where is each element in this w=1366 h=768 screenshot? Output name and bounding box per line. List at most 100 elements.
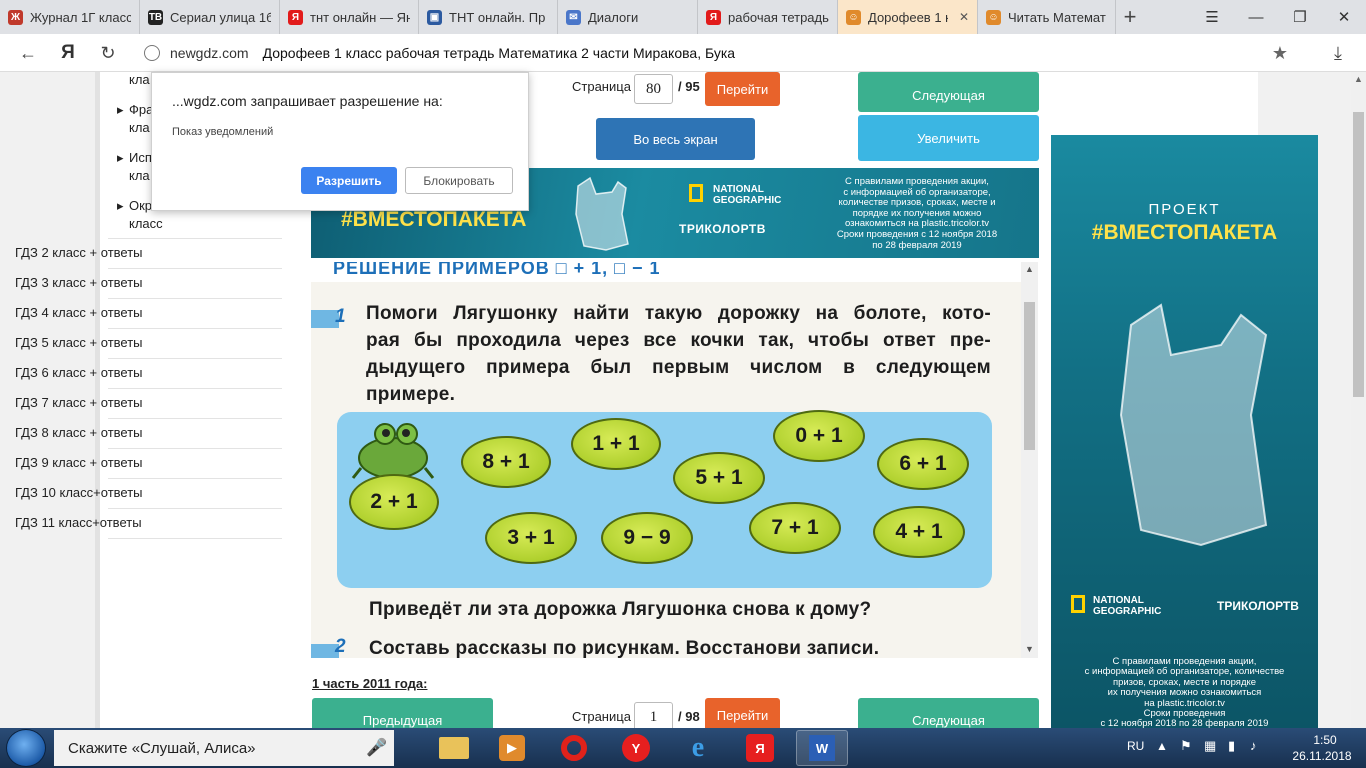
reload-icon[interactable]: ↻: [90, 34, 126, 72]
worksheet-scroll-down-icon[interactable]: ▼: [1025, 644, 1034, 654]
restore-icon[interactable]: ❐: [1278, 0, 1322, 34]
fullscreen-button[interactable]: Во весь экран: [596, 118, 755, 160]
sidebar-item[interactable]: ГДЗ 2 класс + ответы: [15, 245, 183, 260]
zoom-button[interactable]: Увеличить: [858, 115, 1039, 161]
tab-favicon-icon: Я: [288, 9, 303, 25]
sidebar-partial-item[interactable]: класс: [117, 216, 285, 231]
word-taskbar-icon[interactable]: W: [796, 730, 848, 766]
ad-banner-right[interactable]: ПРОЕКТ #ВМЕСТОПАКЕТА NATIONAL GEOGRAPHIC…: [1051, 135, 1318, 728]
tab-favicon-icon: Ж: [8, 9, 23, 25]
flag-icon[interactable]: ⚑: [1180, 738, 1192, 754]
sidebar-divider: [108, 388, 282, 389]
right-banner-tricolor: ТРИКОЛОРТВ: [1217, 599, 1299, 613]
exercise-1-line: Помоги Лягушонку найти такую дорожку на …: [366, 303, 991, 324]
bottom-page-label: Страница: [572, 709, 631, 724]
start-button[interactable]: [6, 729, 46, 767]
tray-expand-icon[interactable]: ▲: [1156, 739, 1168, 753]
sidebar-item[interactable]: ГДЗ 5 класс + ответы: [15, 335, 183, 350]
tab-label: Дорофеев 1 к: [868, 9, 948, 25]
page-scrollbar[interactable]: ▲: [1351, 72, 1366, 728]
allow-button[interactable]: Разрешить: [301, 167, 397, 194]
worksheet-scroll-thumb[interactable]: [1024, 302, 1035, 450]
natgeo-logo-icon: [689, 184, 703, 202]
sidebar-item[interactable]: ГДЗ 6 класс + ответы: [15, 365, 183, 380]
section-title[interactable]: 1 часть 2011 года:: [312, 676, 427, 691]
sidebar-item[interactable]: ГДЗ 7 класс + ответы: [15, 395, 183, 410]
alice-search-box[interactable]: Скажите «Слушай, Алиса» 🎤: [54, 730, 394, 766]
sidebar-divider: [108, 298, 282, 299]
network-icon[interactable]: ▦: [1204, 738, 1216, 754]
bottom-go-button[interactable]: Перейти: [705, 698, 780, 728]
close-window-icon[interactable]: ✕: [1322, 0, 1366, 34]
tab-2[interactable]: Ятнт онлайн — Ян: [280, 0, 419, 34]
site-info-icon[interactable]: [144, 45, 160, 61]
language-indicator[interactable]: RU: [1127, 739, 1144, 753]
tab-6[interactable]: ☺ Дорофеев 1 к ✕: [838, 0, 978, 34]
volume-icon[interactable]: ♪: [1250, 738, 1257, 753]
exercise-1-line: дыдущего примера был первым числом в сле…: [366, 357, 991, 378]
new-tab-button[interactable]: +: [1116, 0, 1144, 34]
signal-icon[interactable]: ▮: [1228, 738, 1235, 754]
bottom-page-number-input[interactable]: 1: [634, 702, 673, 728]
sidebar-item[interactable]: ГДЗ 9 класс + ответы: [15, 455, 183, 470]
yandex-taskbar-icon[interactable]: Я: [734, 730, 786, 766]
sidebar-divider: [108, 358, 282, 359]
address-bar[interactable]: newgdz.com Дорофеев 1 класс рабочая тетр…: [138, 38, 1298, 68]
scrollbar-thumb[interactable]: [1353, 112, 1364, 397]
block-button[interactable]: Блокировать: [405, 167, 513, 194]
yandex-logo-icon[interactable]: Я: [50, 34, 86, 72]
explorer-taskbar-icon[interactable]: [428, 730, 480, 766]
go-button[interactable]: Перейти: [705, 72, 780, 106]
sidebar-divider: [108, 328, 282, 329]
lily-pad: 3 + 1: [485, 512, 577, 564]
scroll-up-icon[interactable]: ▲: [1354, 74, 1363, 94]
address-title: Дорофеев 1 класс рабочая тетрадь Математ…: [262, 45, 736, 61]
tab-favicon-icon: Я: [706, 9, 721, 25]
sidebar-item[interactable]: ГДЗ 10 класс+ответы: [15, 485, 183, 500]
sidebar-partial-label: класс: [129, 216, 163, 231]
tab-1[interactable]: ТВ Сериал улица 1б: [140, 0, 280, 34]
sidebar-item[interactable]: ГДЗ 4 класс + ответы: [15, 305, 183, 320]
download-icon[interactable]: ⤓: [1320, 34, 1356, 72]
page-number-input[interactable]: 80: [634, 74, 673, 104]
menu-icon[interactable]: ☰: [1190, 0, 1234, 34]
media-player-taskbar-icon[interactable]: ▶: [486, 730, 538, 766]
tab-5[interactable]: Ярабочая тетрадь: [698, 0, 838, 34]
opera-taskbar-icon[interactable]: [548, 730, 600, 766]
lily-pad: 9 − 9: [601, 512, 693, 564]
internet-explorer-taskbar-icon[interactable]: e: [672, 730, 724, 766]
next-button[interactable]: Следующая: [858, 72, 1039, 112]
tab-favicon-icon: ☺: [846, 9, 861, 25]
tab-close-icon[interactable]: ✕: [959, 10, 969, 24]
prev-button[interactable]: Предыдущая: [312, 698, 493, 728]
worksheet-scrollbar[interactable]: ▲ ▼: [1021, 262, 1038, 658]
lily-pad: 2 + 1: [349, 474, 439, 530]
minimize-icon[interactable]: —: [1234, 0, 1278, 34]
lily-pad: 4 + 1: [873, 506, 965, 558]
sidebar-divider: [108, 418, 282, 419]
right-banner-natgeo: NATIONAL GEOGRAPHIC: [1093, 595, 1162, 617]
sidebar-partial-label: кла: [129, 72, 150, 87]
back-icon[interactable]: ←: [10, 34, 46, 72]
tab-label: Читать Математ: [1008, 9, 1106, 25]
microphone-icon[interactable]: 🎤: [366, 738, 387, 758]
sidebar-item[interactable]: ГДЗ 3 класс + ответы: [15, 275, 183, 290]
tab-3[interactable]: ▣ ТНТ онлайн. Пр: [419, 0, 558, 34]
tab-label: Диалоги: [588, 9, 639, 25]
worksheet-scroll-up-icon[interactable]: ▲: [1025, 264, 1034, 274]
sidebar-divider: [108, 238, 282, 239]
bottom-next-button[interactable]: Следующая: [858, 698, 1039, 728]
plastic-bag-icon: [575, 176, 629, 251]
notification-permission-popup: ...wgdz.com запрашивает разрешение на: П…: [151, 72, 529, 211]
tab-0[interactable]: Ж Журнал 1Г класс: [0, 0, 140, 34]
tab-4[interactable]: ✉ Диалоги: [558, 0, 698, 34]
clock-date[interactable]: 26.11.2018: [1282, 749, 1362, 763]
bookmark-star-icon[interactable]: ★: [1262, 34, 1298, 72]
sidebar-item[interactable]: ГДЗ 8 класс + ответы: [15, 425, 183, 440]
sidebar-divider: [108, 448, 282, 449]
sidebar-divider: [108, 268, 282, 269]
clock-time[interactable]: 1:50: [1300, 733, 1350, 747]
sidebar-item[interactable]: ГДЗ 11 класс+ответы: [15, 515, 183, 530]
tab-7[interactable]: ☺ Читать Математ: [978, 0, 1116, 34]
yandex-browser-taskbar-icon[interactable]: Y: [610, 730, 662, 766]
